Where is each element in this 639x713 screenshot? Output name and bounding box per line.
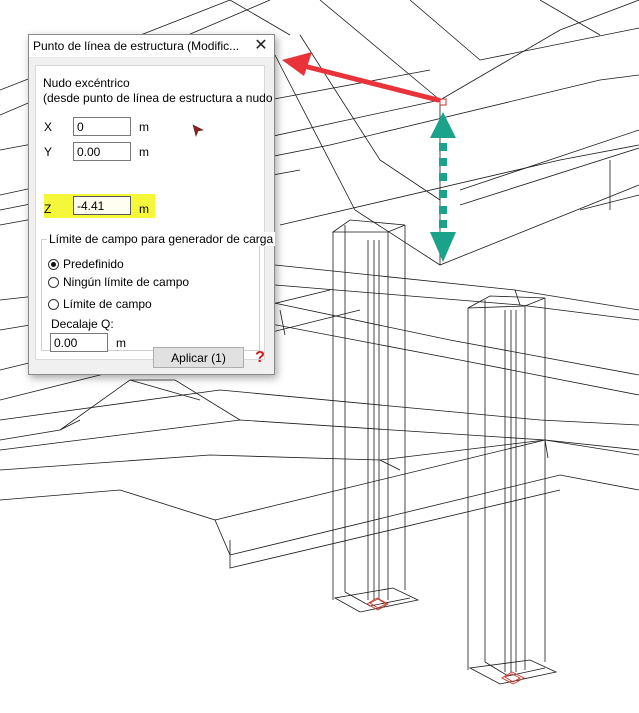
z-input[interactable] [73, 196, 131, 215]
x-unit: m [139, 120, 149, 134]
field-limit-group-title: Límite de campo para generador de carga [47, 232, 276, 246]
help-icon[interactable]: ? [253, 347, 267, 368]
y-label: Y [44, 145, 53, 159]
y-unit: m [139, 145, 149, 159]
dialog-panel: Nudo excéntrico (desde punto de línea de… [35, 65, 276, 360]
y-input[interactable] [73, 142, 131, 161]
structure-line-point-dialog: Punto de línea de estructura (Modific...… [28, 34, 276, 375]
radio-field-limit[interactable] [48, 299, 59, 310]
eccentric-node-subheading: (desde punto de línea de estructura a nu… [43, 91, 273, 105]
z-unit: m [139, 202, 149, 216]
z-label: Z [44, 202, 52, 216]
x-label: X [44, 120, 53, 134]
radio-default[interactable] [48, 259, 59, 270]
radio-no-field-limit-label[interactable]: Ningún límite de campo [63, 275, 189, 289]
close-icon[interactable]: ✕ [248, 35, 274, 57]
apply-button[interactable]: Aplicar (1) [153, 347, 244, 368]
offset-q-input[interactable] [50, 333, 108, 352]
radio-default-label[interactable]: Predefinido [63, 257, 124, 271]
offset-q-unit: m [116, 336, 126, 350]
x-input[interactable] [73, 117, 131, 136]
eccentric-node-heading: Nudo excéntrico [43, 76, 130, 90]
offset-q-label: Decalaje Q: [51, 317, 114, 331]
radio-field-limit-label[interactable]: Límite de campo [63, 297, 152, 311]
pick-point-icon[interactable] [191, 123, 205, 137]
dialog-titlebar[interactable]: Punto de línea de estructura (Modific...… [29, 35, 274, 58]
dialog-title: Punto de línea de estructura (Modific... [33, 39, 240, 53]
radio-no-field-limit[interactable] [48, 277, 59, 288]
